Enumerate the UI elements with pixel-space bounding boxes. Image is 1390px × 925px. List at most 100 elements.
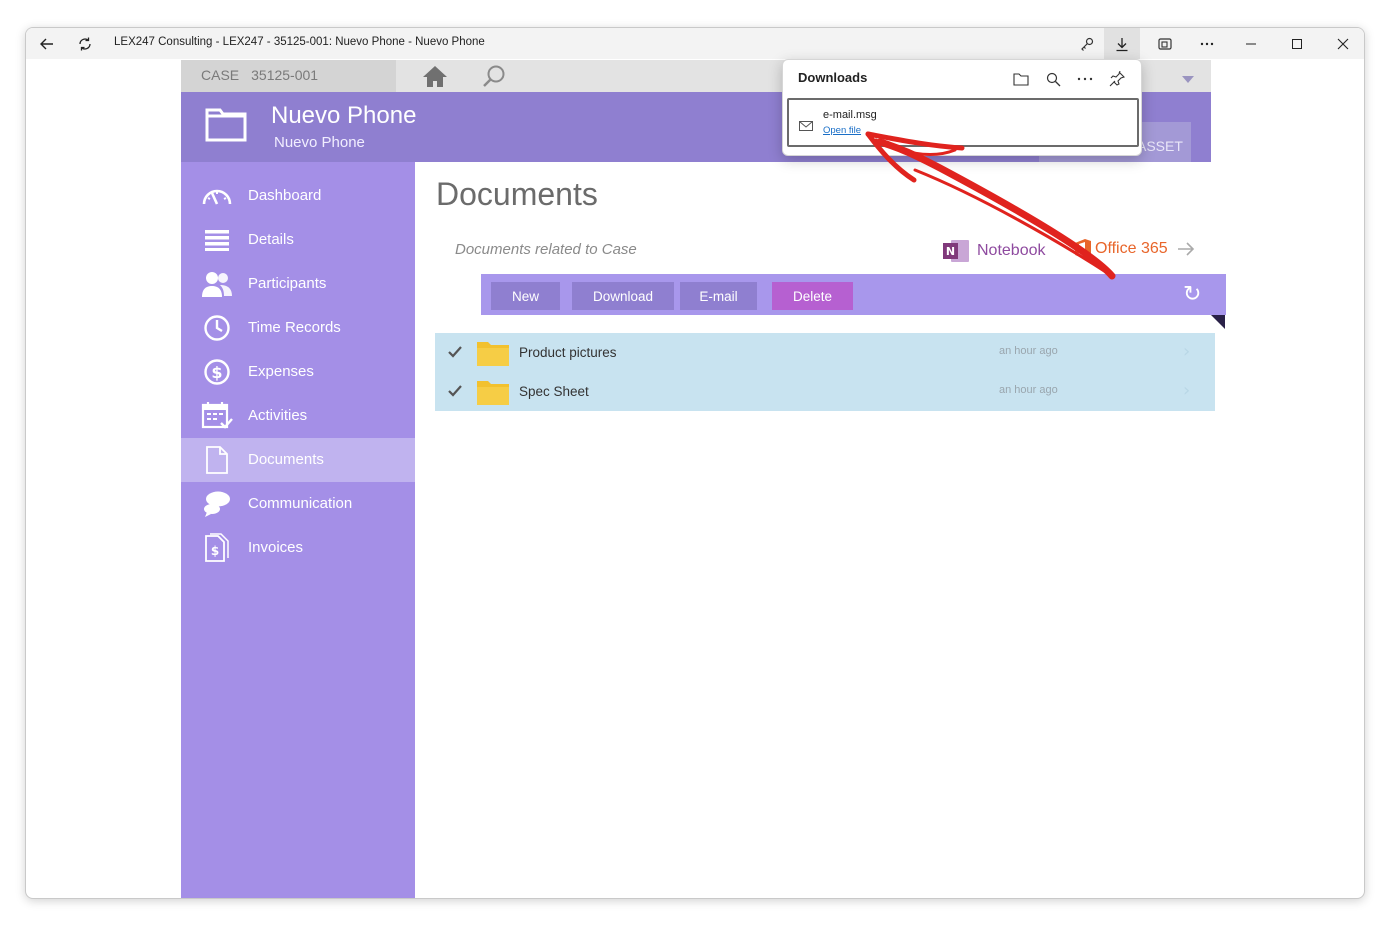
documents-toolbar: New Download E-mail Delete ↻ bbox=[481, 274, 1226, 315]
document-name: Product pictures bbox=[519, 345, 617, 360]
case-title: Nuevo Phone bbox=[271, 102, 417, 129]
dollar-icon: $ bbox=[201, 358, 233, 386]
case-label: CASE bbox=[201, 67, 240, 83]
chevron-right-icon: › bbox=[1183, 380, 1191, 401]
download-icon bbox=[1116, 37, 1128, 51]
maximize-button[interactable] bbox=[1280, 28, 1314, 59]
svg-text:$: $ bbox=[211, 544, 219, 558]
office365-link[interactable]: Office 365 bbox=[1073, 238, 1196, 260]
downloads-flyout: Downloads e-mail.msg Open file bbox=[782, 59, 1142, 156]
pin-button[interactable] bbox=[1106, 68, 1128, 90]
sidebar-item-dashboard[interactable]: Dashboard bbox=[181, 174, 415, 218]
office365-label: Office 365 bbox=[1095, 240, 1168, 257]
ellipsis-icon bbox=[1077, 77, 1093, 81]
open-folder-button[interactable] bbox=[1010, 68, 1032, 90]
folder-icon bbox=[477, 339, 509, 371]
calendar-icon bbox=[201, 402, 233, 430]
refresh-button[interactable] bbox=[68, 28, 102, 59]
download-button[interactable]: Download bbox=[572, 282, 674, 310]
folder-outline-icon bbox=[1013, 73, 1029, 86]
new-button[interactable]: New bbox=[491, 282, 560, 310]
delete-button[interactable]: Delete bbox=[772, 282, 853, 310]
svg-text:$: $ bbox=[211, 363, 222, 382]
folder-outline-icon bbox=[205, 104, 247, 146]
refresh-circle-icon: ↻ bbox=[1183, 282, 1202, 307]
document-time: an hour ago bbox=[999, 384, 1058, 396]
downloads-button[interactable] bbox=[1104, 28, 1140, 59]
browser-window: LEX247 Consulting - LEX247 - 35125-001: … bbox=[25, 27, 1365, 899]
invoice-icon: $ bbox=[201, 533, 233, 562]
toolbar-corner-decoration bbox=[1211, 315, 1225, 329]
search-icon bbox=[1046, 72, 1060, 86]
office-icon bbox=[1075, 239, 1091, 259]
sidebar-item-label: Communication bbox=[248, 495, 353, 512]
app-content: CASE 35125-001 Nuevo Phone Nuevo Phone AS… bbox=[181, 60, 1226, 898]
minimize-button[interactable] bbox=[1234, 28, 1268, 59]
notebook-link[interactable]: N Notebook bbox=[943, 238, 1046, 264]
case-number: 35125-001 bbox=[251, 67, 319, 83]
sidebar-item-documents[interactable]: Documents bbox=[181, 438, 415, 482]
svg-text:N: N bbox=[946, 245, 955, 258]
refresh-icon bbox=[79, 37, 91, 50]
title-bar: LEX247 Consulting - LEX247 - 35125-001: … bbox=[26, 28, 1364, 59]
app-panel-button[interactable] bbox=[1148, 28, 1182, 59]
list-item[interactable]: Product pictures an hour ago › bbox=[435, 333, 1215, 372]
documents-list: Product pictures an hour ago › Spec Shee… bbox=[435, 333, 1215, 411]
search-button[interactable] bbox=[481, 64, 507, 94]
sidebar-item-label: Activities bbox=[248, 407, 308, 424]
home-button[interactable] bbox=[421, 64, 449, 92]
case-subtitle: Nuevo Phone bbox=[274, 134, 365, 151]
home-icon bbox=[423, 66, 447, 87]
sidebar-item-label: Participants bbox=[248, 275, 327, 292]
chat-icon bbox=[201, 490, 233, 518]
documents-subtitle: Documents related to Case bbox=[455, 241, 637, 258]
chevron-down-icon bbox=[1182, 76, 1194, 83]
notebook-label: Notebook bbox=[977, 242, 1046, 259]
people-icon bbox=[201, 270, 233, 298]
folder-icon bbox=[477, 378, 509, 410]
ellipsis-icon bbox=[1200, 42, 1214, 45]
sidebar-item-label: Invoices bbox=[248, 539, 304, 556]
sidebar: Dashboard Details Participants Time Reco… bbox=[181, 162, 415, 898]
pin-icon bbox=[1109, 71, 1125, 87]
download-filename: e-mail.msg bbox=[823, 109, 877, 121]
sidebar-item-label: Dashboard bbox=[248, 187, 322, 204]
sidebar-item-time-records[interactable]: Time Records bbox=[181, 306, 415, 350]
sidebar-item-details[interactable]: Details bbox=[181, 218, 415, 262]
maximize-icon bbox=[1292, 38, 1302, 49]
onenote-icon: N bbox=[943, 240, 969, 262]
sidebar-item-label: Documents bbox=[248, 451, 324, 468]
sidebar-item-invoices[interactable]: $ Invoices bbox=[181, 526, 415, 570]
refresh-list-button[interactable]: ↻ bbox=[1183, 284, 1201, 306]
gauge-icon bbox=[201, 182, 233, 210]
chevron-right-icon: › bbox=[1183, 341, 1191, 362]
minimize-icon bbox=[1246, 43, 1256, 44]
search-downloads-button[interactable] bbox=[1042, 68, 1064, 90]
extensions-button[interactable] bbox=[1070, 28, 1104, 59]
document-name: Spec Sheet bbox=[519, 384, 589, 399]
list-icon bbox=[201, 226, 233, 254]
clock-icon bbox=[201, 314, 233, 342]
more-options-button[interactable] bbox=[1190, 28, 1224, 59]
back-arrow-icon bbox=[40, 38, 53, 49]
checkmark-icon bbox=[448, 343, 462, 362]
download-item[interactable]: e-mail.msg Open file bbox=[787, 98, 1139, 147]
back-button[interactable] bbox=[30, 28, 64, 59]
downloads-title: Downloads bbox=[798, 70, 868, 85]
dropdown-toggle[interactable] bbox=[1181, 70, 1195, 89]
close-button[interactable] bbox=[1326, 28, 1360, 59]
sidebar-item-communication[interactable]: Communication bbox=[181, 482, 415, 526]
main-panel: Documents Documents related to Case N No… bbox=[415, 162, 1226, 898]
open-file-link[interactable]: Open file bbox=[823, 125, 861, 136]
document-icon bbox=[201, 446, 233, 474]
email-button[interactable]: E-mail bbox=[680, 282, 757, 310]
sidebar-item-expenses[interactable]: $ Expenses bbox=[181, 350, 415, 394]
document-time: an hour ago bbox=[999, 345, 1058, 357]
downloads-more-button[interactable] bbox=[1074, 68, 1096, 90]
list-item[interactable]: Spec Sheet an hour ago › bbox=[435, 372, 1215, 411]
app-window-icon bbox=[1158, 37, 1172, 50]
sidebar-item-activities[interactable]: Activities bbox=[181, 394, 415, 438]
search-icon bbox=[483, 65, 505, 87]
sidebar-item-participants[interactable]: Participants bbox=[181, 262, 415, 306]
mail-icon bbox=[799, 116, 813, 135]
